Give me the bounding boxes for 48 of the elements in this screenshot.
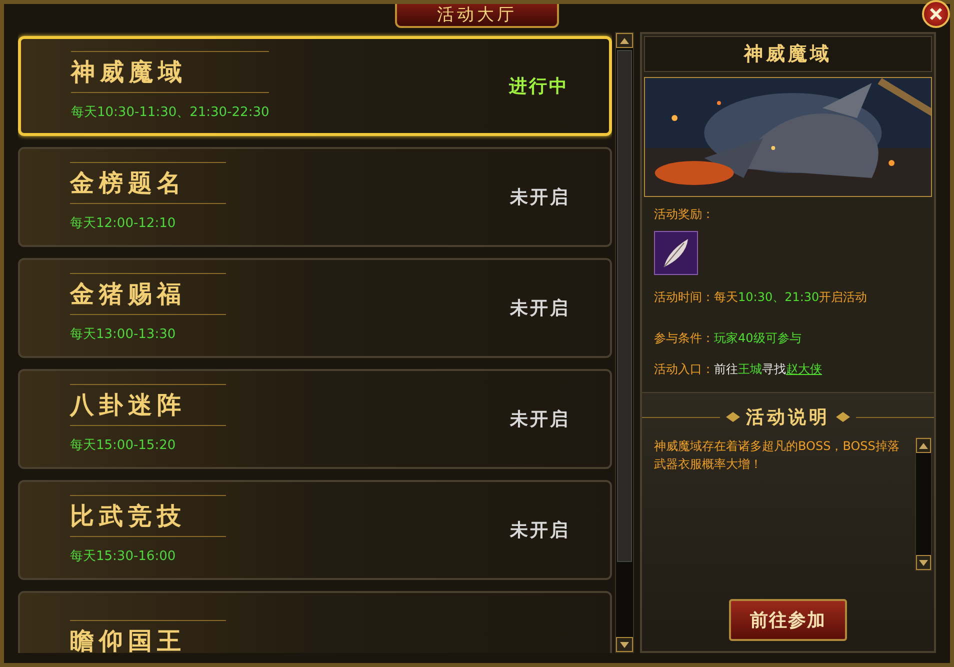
activity-status: 未开启 — [510, 408, 570, 431]
activity-name: 神威魔域 — [71, 51, 270, 93]
activity-name: 比武竞技 — [70, 495, 226, 537]
down-arrow-icon — [620, 642, 629, 648]
close-icon — [929, 7, 943, 21]
activity-name: 瞻仰国王 — [70, 620, 226, 653]
up-arrow-icon — [919, 442, 928, 448]
scroll-down-button[interactable] — [616, 637, 633, 652]
activity-card[interactable]: 八卦迷阵 每天15:00-15:20 未开启 — [18, 369, 612, 469]
activity-card[interactable]: 瞻仰国王 — [18, 591, 612, 653]
activity-card[interactable]: 金猪赐福 每天13:00-13:30 未开启 — [18, 258, 612, 358]
scroll-thumb[interactable] — [617, 50, 632, 562]
activity-schedule: 每天13:00-13:30 — [70, 326, 177, 343]
diamond-ornament-icon — [726, 412, 740, 422]
activity-card[interactable]: 比武竞技 每天15:30-16:00 未开启 — [18, 480, 612, 580]
join-button[interactable]: 前往参加 — [729, 599, 847, 641]
reward-label: 活动奖励： — [654, 206, 715, 223]
activity-status: 未开启 — [510, 186, 570, 209]
up-arrow-icon — [620, 38, 629, 44]
activity-schedule: 每天12:00-12:10 — [70, 215, 177, 232]
scrollbar[interactable] — [915, 437, 932, 571]
scroll-up-button[interactable] — [616, 33, 633, 48]
activity-time: 活动时间：每天10:30、21:30开启活动 — [654, 290, 868, 304]
activity-schedule: 每天15:30-16:00 — [70, 548, 177, 565]
diamond-ornament-icon — [836, 412, 850, 422]
activity-status: 进行中 — [509, 75, 569, 98]
section-title: 活动说明 — [746, 406, 830, 429]
activity-name: 金榜题名 — [70, 162, 226, 204]
activity-status: 未开启 — [510, 519, 570, 542]
activity-schedule: 每天15:00-15:20 — [70, 437, 177, 454]
down-arrow-icon — [919, 560, 928, 566]
entry-condition: 参与条件：玩家40级可参与 — [654, 331, 802, 345]
scroll-up-button[interactable] — [916, 438, 931, 453]
activity-entry: 活动入口：前往王城寻找 — [654, 362, 786, 376]
activity-name: 八卦迷阵 — [70, 384, 226, 426]
scrollbar[interactable] — [615, 32, 634, 653]
activity-card[interactable]: 金榜题名 每天12:00-12:10 未开启 — [18, 147, 612, 247]
detail-title: 神威魔域 — [644, 36, 932, 72]
activity-name: 金猪赐福 — [70, 273, 226, 315]
close-button[interactable] — [922, 0, 950, 28]
activity-status: 未开启 — [510, 297, 570, 320]
npc-link[interactable]: 赵大侠 — [786, 362, 822, 376]
activity-description: 神威魔域存在着诸多超凡的BOSS，BOSS掉落武器衣服概率大增！ — [654, 438, 900, 473]
scroll-down-button[interactable] — [916, 555, 931, 570]
feather-icon[interactable] — [654, 231, 698, 275]
window-title: 活动大厅 — [395, 4, 559, 28]
activity-schedule: 每天10:30-11:30、21:30-22:30 — [71, 104, 270, 121]
activity-card[interactable]: 神威魔域 每天10:30-11:30、21:30-22:30 进行中 — [18, 36, 612, 136]
